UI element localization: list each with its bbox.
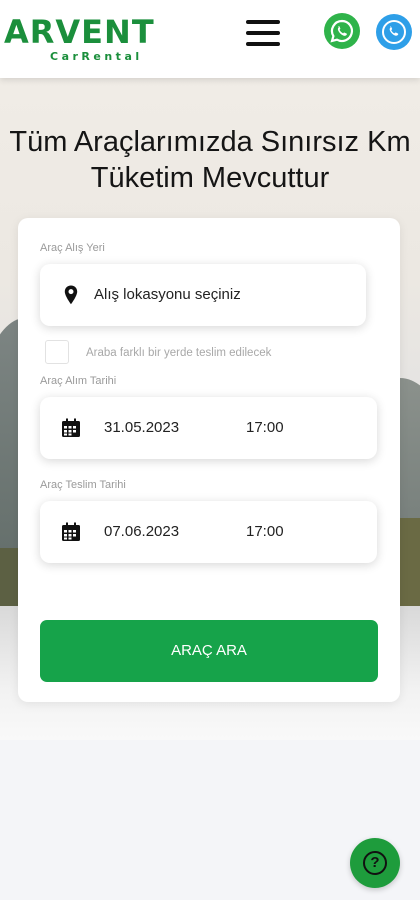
pickup-date-label: Araç Alım Tarihi — [40, 375, 117, 387]
hero-title: Tüm Araçlarımızda Sınırsız Km Tüketim Me… — [9, 126, 411, 194]
logo-text: ARVENT — [4, 13, 155, 51]
return-time-value[interactable]: 17:00 — [246, 523, 284, 540]
calendar-icon — [62, 522, 80, 541]
hamburger-menu-icon[interactable] — [246, 20, 282, 52]
logo-subtext: CarRental — [50, 50, 143, 63]
return-date-field[interactable]: 07.06.2023 17:00 — [40, 501, 377, 563]
phone-icon[interactable] — [376, 14, 412, 50]
pickup-date-field[interactable]: 31.05.2023 17:00 — [40, 397, 377, 459]
calendar-icon — [62, 418, 80, 437]
help-question-icon: ? — [363, 851, 387, 875]
search-car-button[interactable]: ARAÇ ARA — [40, 620, 378, 682]
pickup-location-label: Araç Alış Yeri — [40, 242, 105, 254]
return-date-value: 07.06.2023 — [104, 523, 180, 540]
booking-form-card: Araç Alış Yeri Alış lokasyonu seçiniz Ar… — [18, 218, 400, 702]
map-pin-icon — [64, 285, 78, 305]
different-dropoff-checkbox[interactable] — [45, 340, 69, 364]
whatsapp-icon[interactable] — [324, 13, 360, 49]
help-button[interactable]: ? — [350, 838, 400, 888]
top-header: ARVENT CarRental — [0, 0, 420, 78]
pickup-date-value: 31.05.2023 — [104, 419, 180, 436]
pickup-location-select[interactable]: Alış lokasyonu seçiniz — [40, 264, 366, 326]
return-date-label: Araç Teslim Tarihi — [40, 479, 126, 491]
brand-logo[interactable]: ARVENT CarRental — [4, 12, 184, 66]
different-dropoff-label[interactable]: Araba farklı bir yerde teslim edilecek — [86, 347, 271, 359]
pickup-time-value[interactable]: 17:00 — [246, 419, 284, 436]
pickup-location-placeholder: Alış lokasyonu seçiniz — [94, 286, 241, 303]
